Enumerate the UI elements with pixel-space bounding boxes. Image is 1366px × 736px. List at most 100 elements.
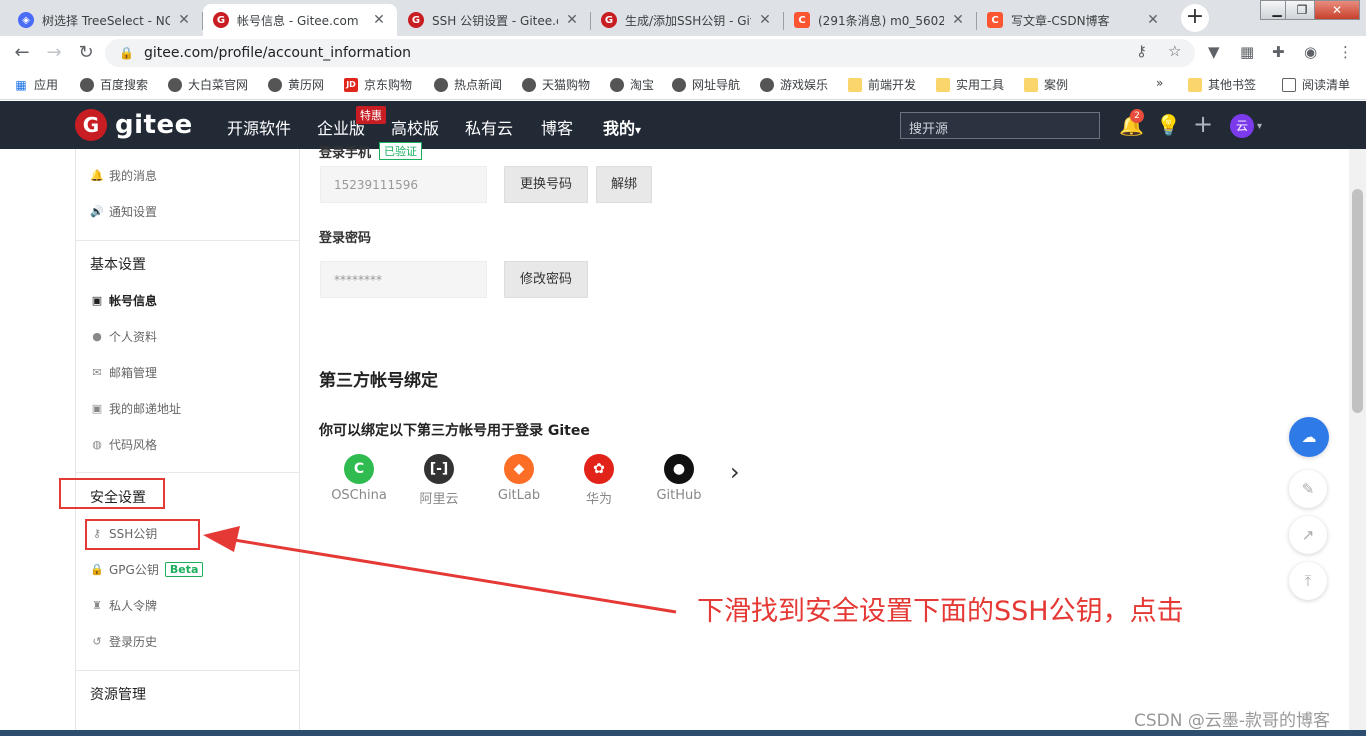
extension-icon[interactable]: ▦ [1240, 43, 1254, 61]
browser-tab[interactable]: C (291条消息) m0_56026 ✕ [784, 4, 976, 36]
forward-icon[interactable]: → [42, 41, 66, 65]
share-icon[interactable]: ↗ [1289, 516, 1327, 554]
close-icon[interactable]: ✕ [1145, 12, 1161, 28]
watermark: CSDN @云墨-款哥的博客 [1134, 711, 1331, 731]
feedback-icon[interactable]: ✎ [1289, 470, 1327, 508]
browser-tab[interactable]: ◈ 树选择 TreeSelect - NG ✕ [8, 4, 202, 36]
gitee-favicon-icon: G [601, 12, 617, 28]
help-bot-button[interactable]: ☁ [1289, 417, 1329, 457]
page-scrollbar[interactable] [1349, 149, 1366, 736]
close-icon[interactable]: ✕ [371, 12, 387, 28]
browser-tab[interactable]: G SSH 公钥设置 - Gitee.c ✕ [398, 4, 590, 36]
bookmark[interactable]: 网址导航 [672, 76, 740, 93]
address-bar[interactable]: 🔒 gitee.com/profile/account_information [105, 39, 1195, 67]
globe-icon [610, 77, 624, 92]
provider-aliyun[interactable]: [-] 阿里云 [399, 454, 479, 507]
bookmark[interactable]: 天猫购物 [522, 76, 590, 93]
globe-icon [80, 77, 94, 92]
key-icon[interactable]: ⚷ [1136, 42, 1147, 60]
extension-v-icon[interactable]: ▼ [1208, 43, 1220, 61]
change-number-button[interactable]: 更换号码 [504, 166, 588, 203]
bookmark[interactable]: 淘宝 [610, 76, 654, 93]
globe-icon [268, 77, 282, 92]
chevron-down-icon[interactable]: ▾ [1257, 121, 1262, 132]
close-icon[interactable]: ✕ [757, 12, 773, 28]
sidebar-item-messages[interactable]: 🔔 我的消息 [90, 167, 157, 184]
star-icon[interactable]: ☆ [1168, 42, 1181, 60]
scrollbar-thumb[interactable] [1352, 189, 1363, 413]
provider-github[interactable]: ● GitHub [639, 454, 719, 503]
reading-list-icon [1282, 77, 1296, 92]
favicon-icon: ◈ [18, 12, 34, 28]
nav-blog[interactable]: 博客 [541, 115, 573, 139]
bookmarks-more-button[interactable]: » [1156, 76, 1163, 90]
back-to-top-icon[interactable]: ⤒ [1289, 562, 1327, 600]
provider-oschina[interactable]: C OSChina [319, 454, 399, 503]
history-icon: ↺ [92, 635, 102, 648]
provider-huawei[interactable]: ✿ 华为 [559, 454, 639, 507]
nav-education[interactable]: 高校版 [391, 115, 439, 139]
search-input[interactable]: 搜开源 [900, 112, 1100, 139]
profile-icon[interactable]: ◉ [1304, 43, 1317, 61]
globe-icon [672, 77, 686, 92]
tab-title: 写文章-CSDN博客 [1011, 13, 1110, 28]
bookmark-folder[interactable]: 案例 [1024, 76, 1068, 93]
nav-private-cloud[interactable]: 私有云 [465, 115, 513, 139]
lightbulb-icon[interactable]: 💡 [1156, 113, 1181, 137]
bookmark[interactable]: 大白菜官网 [168, 76, 248, 93]
address-card-icon: ▣ [91, 402, 103, 415]
bookmark[interactable]: 游戏娱乐 [760, 76, 828, 93]
third-party-description: 你可以绑定以下第三方帐号用于登录 Gitee [319, 423, 590, 439]
bookmark-folder[interactable]: 实用工具 [936, 76, 1004, 93]
highlight-security-settings [59, 478, 165, 509]
sidebar-item-notifications[interactable]: 🔊 通知设置 [90, 203, 157, 220]
new-tab-button[interactable]: + [1181, 4, 1209, 32]
bookmark-folder[interactable]: 前端开发 [848, 76, 916, 93]
unbind-button[interactable]: 解绑 [596, 166, 652, 203]
sidebar-item-code-style[interactable]: ◍ 代码风格 [90, 436, 157, 453]
sidebar-item-account[interactable]: ▣ 帐号信息 [90, 292, 157, 309]
back-icon[interactable]: ← [10, 41, 34, 65]
browser-tab[interactable]: C 写文章-CSDN博客 ✕ [977, 4, 1171, 36]
sidebar-item-email[interactable]: ✉ 邮箱管理 [90, 364, 157, 381]
close-icon[interactable]: ✕ [564, 12, 580, 28]
window-close-button[interactable]: ✕ [1314, 0, 1360, 20]
change-password-button[interactable]: 修改密码 [504, 261, 588, 298]
tab-title: 帐号信息 - Gitee.com [237, 13, 359, 28]
globe-icon [760, 77, 774, 92]
nav-mine[interactable]: 我的▾ [603, 115, 641, 139]
sidebar-item-gpg-keys[interactable]: 🔒 GPG公钥 Beta [90, 561, 204, 578]
bookmark[interactable]: JD 京东购物 [344, 76, 412, 93]
sidebar-item-login-history[interactable]: ↺ 登录历史 [90, 633, 157, 650]
chevron-right-icon[interactable]: › [730, 458, 740, 486]
browser-tab-active[interactable]: G 帐号信息 - Gitee.com ✕ [203, 4, 397, 36]
speaker-icon: 🔊 [90, 205, 104, 218]
sidebar-section-resources: 资源管理 [90, 687, 146, 703]
provider-gitlab[interactable]: ◆ GitLab [479, 454, 559, 503]
jd-icon: JD [344, 77, 358, 92]
nav-open-source[interactable]: 开源软件 [227, 115, 291, 139]
chevron-down-icon: ▾ [635, 123, 642, 137]
puzzle-icon[interactable]: ✚ [1272, 43, 1285, 61]
phone-field: 15239111596 [320, 166, 487, 203]
close-icon[interactable]: ✕ [950, 12, 966, 28]
plus-icon[interactable]: + [1193, 110, 1213, 138]
sidebar-item-tokens[interactable]: ♜ 私人令牌 [90, 597, 157, 614]
bookmark[interactable]: 黄历网 [268, 76, 324, 93]
csdn-favicon-icon: C [794, 12, 810, 28]
browser-tab[interactable]: G 生成/添加SSH公钥 - Git ✕ [591, 4, 783, 36]
bookmark-apps[interactable]: ▦ 应用 [14, 76, 58, 93]
sidebar-item-address[interactable]: ▣ 我的邮递地址 [90, 400, 181, 417]
close-icon[interactable]: ✕ [176, 12, 192, 28]
gitee-logo[interactable]: G gitee [75, 109, 193, 141]
menu-icon[interactable]: ⋮ [1338, 43, 1353, 61]
bookmark-folder[interactable]: 其他书签 [1188, 76, 1256, 93]
bookmark[interactable]: 热点新闻 [434, 76, 502, 93]
avatar[interactable]: 云 [1230, 114, 1254, 138]
bookmark[interactable]: 百度搜索 [80, 76, 148, 93]
folder-icon [848, 77, 862, 92]
sidebar-item-profile[interactable]: ● 个人资料 [90, 328, 157, 345]
reading-list[interactable]: 阅读清单 [1282, 76, 1350, 93]
reload-icon[interactable]: ↻ [74, 41, 98, 65]
user-icon: ● [92, 330, 102, 343]
